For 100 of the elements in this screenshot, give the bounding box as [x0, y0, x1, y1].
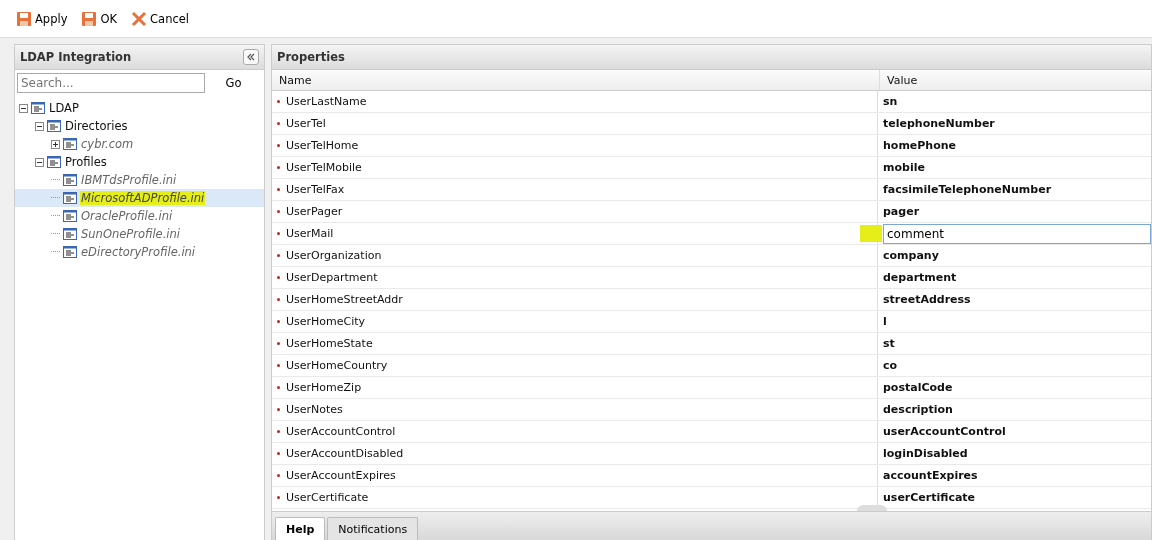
tree-item[interactable]: MicrosoftADProfile.ini [15, 189, 264, 207]
property-name: UserCertificate [286, 491, 369, 504]
close-icon [131, 10, 148, 27]
value-field[interactable]: comment [883, 223, 1151, 244]
property-name: UserTelFax [286, 183, 345, 196]
go-button[interactable]: Go [205, 75, 262, 91]
property-value: postalCode [883, 381, 953, 394]
tree-item[interactable]: SunOneProfile.ini [15, 225, 264, 243]
required-dot [277, 474, 280, 477]
required-dot [277, 254, 280, 257]
property-value: sn [883, 95, 898, 108]
tab[interactable]: Notifications [327, 517, 419, 540]
column-header[interactable]: Value [880, 70, 1151, 90]
required-dot [277, 430, 280, 433]
tree-label: SunOneProfile.ini [80, 227, 182, 241]
list-icon [63, 174, 77, 186]
required-dot [277, 166, 280, 169]
required-dot [277, 364, 280, 367]
required-dot [277, 496, 280, 499]
property-name: UserNotes [286, 403, 343, 416]
tree-item[interactable]: Profiles [15, 153, 264, 171]
property-name: UserLastName [286, 95, 367, 108]
tree-label: LDAP [48, 101, 80, 115]
property-name: UserHomeState [286, 337, 373, 350]
search-field[interactable]: Search... [17, 73, 205, 93]
property-value: streetAddress [883, 293, 971, 306]
tree-item[interactable]: eDirectoryProfile.ini [15, 243, 264, 261]
tree-label: Profiles [64, 155, 108, 169]
column-header[interactable]: Name [272, 70, 880, 90]
property-value: loginDisabled [883, 447, 968, 460]
property-value: st [883, 337, 895, 350]
tree-item[interactable]: LDAP [15, 99, 264, 117]
required-dot [277, 232, 280, 235]
list-icon [47, 120, 61, 132]
property-value: co [883, 359, 898, 372]
tree-label: eDirectoryProfile.ini [80, 245, 197, 259]
property-value: l [883, 315, 887, 328]
property-value: mobile [883, 161, 925, 174]
tree-label: cybr.com [80, 137, 135, 151]
list-icon [63, 246, 77, 258]
required-dot [277, 342, 280, 345]
property-name: UserHomeZip [286, 381, 362, 394]
property-name: UserAccountExpires [286, 469, 396, 482]
property-name: UserAccountDisabled [286, 447, 404, 460]
toggle-icon[interactable] [35, 157, 44, 167]
panel-title: LDAP Integration [20, 50, 132, 64]
collapse-button[interactable] [243, 49, 259, 65]
panel-title: Properties [277, 50, 345, 64]
splitter-handle[interactable] [857, 505, 887, 511]
property-value: accountExpires [883, 469, 978, 482]
toolbar-button[interactable]: Cancel [127, 8, 194, 29]
property-name: UserTelHome [286, 139, 359, 152]
required-dot [277, 276, 280, 279]
property-value: telephoneNumber [883, 117, 995, 130]
tree-label: Directories [64, 119, 129, 133]
required-dot [277, 144, 280, 147]
toolbar-button[interactable]: OK [77, 8, 122, 29]
required-dot [277, 210, 280, 213]
list-icon [63, 138, 77, 150]
toolbar-button[interactable]: Apply [12, 8, 72, 29]
property-value: userCertificate [883, 491, 976, 504]
tree-item[interactable]: cybr.com [15, 135, 264, 153]
required-dot [277, 188, 280, 191]
tab[interactable]: Help [275, 517, 326, 540]
property-name: UserTel [286, 117, 326, 130]
required-dot [277, 386, 280, 389]
required-dot [277, 122, 280, 125]
highlight-mark [860, 225, 882, 242]
required-dot [277, 298, 280, 301]
property-name: UserAccountControl [286, 425, 396, 438]
tree-label: IBMTdsProfile.ini [80, 173, 178, 187]
property-name: UserHomeCountry [286, 359, 388, 372]
toggle-icon[interactable] [19, 103, 28, 113]
property-name: UserMail [286, 227, 334, 240]
property-name: UserTelMobile [286, 161, 362, 174]
list-icon [31, 102, 45, 114]
property-name: UserOrganization [286, 249, 382, 262]
property-value: department [883, 271, 957, 284]
tree-item[interactable]: IBMTdsProfile.ini [15, 171, 264, 189]
property-name: UserHomeCity [286, 315, 366, 328]
tree-item[interactable]: Directories [15, 117, 264, 135]
property-name: UserDepartment [286, 271, 378, 284]
required-dot [277, 100, 280, 103]
required-dot [277, 452, 280, 455]
tree-item[interactable]: OracleProfile.ini [15, 207, 264, 225]
property-name: UserPager [286, 205, 343, 218]
list-icon [47, 156, 61, 168]
property-value: pager [883, 205, 920, 218]
toggle-icon[interactable] [51, 139, 60, 149]
tree-label: OracleProfile.ini [80, 209, 174, 223]
required-dot [277, 408, 280, 411]
property-value: description [883, 403, 953, 416]
property-name: UserHomeStreetAddr [286, 293, 403, 306]
tree-label: MicrosoftADProfile.ini [80, 191, 206, 205]
property-value: homePhone [883, 139, 957, 152]
property-value: userAccountControl [883, 425, 1006, 438]
list-icon [63, 228, 77, 240]
toggle-icon[interactable] [35, 121, 44, 131]
list-icon [63, 210, 77, 222]
required-dot [277, 320, 280, 323]
